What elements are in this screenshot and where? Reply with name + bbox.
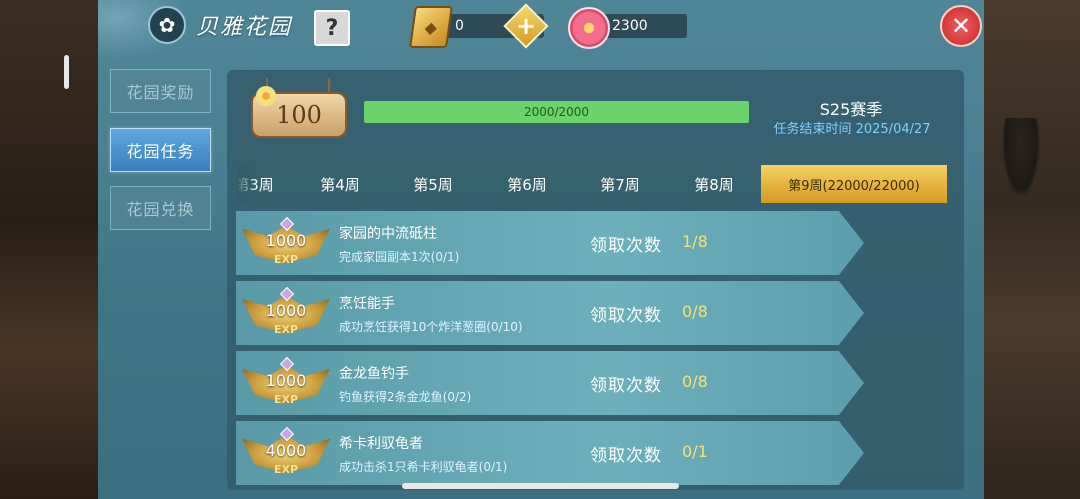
- exp-value: 1000: [265, 231, 307, 250]
- exp-value: 4000: [265, 441, 307, 460]
- week-tabs-fade: [237, 165, 257, 203]
- game-background-right: [980, 0, 1080, 499]
- claim-count-value: 0/1: [682, 442, 708, 461]
- help-button[interactable]: ?: [314, 10, 350, 46]
- task-title: 金龙鱼钓手: [339, 366, 409, 382]
- gold-ticket-icon: ◆: [409, 6, 453, 48]
- task-row-background: [236, 351, 864, 415]
- plus-icon[interactable]: +: [510, 10, 542, 42]
- claim-count-label: 领取次数: [590, 376, 662, 396]
- task-description: 成功击杀1只希卡利驭龟者(0/1): [339, 460, 508, 474]
- tab-week-4[interactable]: 第4周: [297, 165, 383, 203]
- flower-icon: ✿: [148, 6, 186, 44]
- tab-week-7[interactable]: 第7周: [577, 165, 663, 203]
- task-title: 家园的中流砥柱: [339, 226, 437, 242]
- page-title: 贝雅花园: [196, 15, 293, 40]
- task-description: 成功烹饪获得10个炸洋葱圈(0/10): [339, 320, 523, 334]
- close-button[interactable]: ✕: [940, 5, 982, 47]
- side-tab-garden-exchange[interactable]: 花园兑换: [110, 186, 211, 230]
- exp-badge: 4000 EXP: [242, 426, 330, 479]
- week-tabs: 第3周 第4周 第5周 第6周 第7周 第8周 第9周(22000/22000): [237, 165, 947, 203]
- home-indicator[interactable]: [402, 483, 679, 489]
- background-character: [1002, 118, 1040, 198]
- exp-label: EXP: [273, 393, 299, 406]
- task-title: 烹饪能手: [339, 296, 395, 312]
- flower-currency-icon: [568, 7, 610, 49]
- claim-count-label: 领取次数: [590, 236, 662, 256]
- task-title: 希卡利驭龟者: [339, 436, 423, 452]
- panel-header: ✿ 贝雅花园: [148, 6, 293, 44]
- claim-count-label: 领取次数: [590, 306, 662, 326]
- task-row-background: [236, 211, 864, 275]
- claim-count-value: 1/8: [682, 232, 708, 251]
- side-handle[interactable]: [64, 55, 69, 89]
- side-tab-garden-tasks[interactable]: 花园任务: [110, 128, 211, 172]
- task-row[interactable]: 4000 EXP 希卡利驭龟者 成功击杀1只希卡利驭龟者(0/1) 领取次数 0…: [236, 421, 864, 485]
- game-background-left: [0, 0, 100, 499]
- task-description: 完成家园副本1次(0/1): [339, 250, 460, 264]
- season-name: S25赛季: [819, 100, 883, 119]
- exp-badge: 1000 EXP: [242, 216, 330, 269]
- exp-value: 1000: [265, 301, 307, 320]
- gold-amount: 0: [455, 18, 464, 34]
- tab-week-8[interactable]: 第8周: [671, 165, 757, 203]
- exp-label: EXP: [273, 253, 299, 266]
- progress-text: 2000/2000: [523, 105, 590, 119]
- exp-badge: 1000 EXP: [242, 286, 330, 339]
- side-tab-garden-rewards[interactable]: 花园奖励: [110, 69, 211, 113]
- exp-label: EXP: [273, 323, 299, 336]
- tab-week-9[interactable]: 第9周(22000/22000): [761, 165, 947, 203]
- task-row-background: [236, 281, 864, 345]
- flower-amount: 2300: [612, 18, 648, 34]
- task-row-background: [236, 421, 864, 485]
- season-end-time: 任务结束时间 2025/04/27: [773, 122, 931, 137]
- flower-decoration-icon: [256, 86, 276, 106]
- exp-label: EXP: [273, 463, 299, 476]
- exp-value: 1000: [265, 371, 307, 390]
- claim-count-label: 领取次数: [590, 446, 662, 466]
- task-row[interactable]: 1000 EXP 家园的中流砥柱 完成家园副本1次(0/1) 领取次数 1/8: [236, 211, 864, 275]
- claim-count-value: 0/8: [682, 302, 708, 321]
- task-row[interactable]: 1000 EXP 金龙鱼钓手 钓鱼获得2条金龙鱼(0/2) 领取次数 0/8: [236, 351, 864, 415]
- exp-badge: 1000 EXP: [242, 356, 330, 409]
- task-row[interactable]: 1000 EXP 烹饪能手 成功烹饪获得10个炸洋葱圈(0/10) 领取次数 0…: [236, 281, 864, 345]
- tab-week-5[interactable]: 第5周: [390, 165, 476, 203]
- claim-count-value: 0/8: [682, 372, 708, 391]
- tab-week-6[interactable]: 第6周: [484, 165, 570, 203]
- task-description: 钓鱼获得2条金龙鱼(0/2): [339, 390, 472, 404]
